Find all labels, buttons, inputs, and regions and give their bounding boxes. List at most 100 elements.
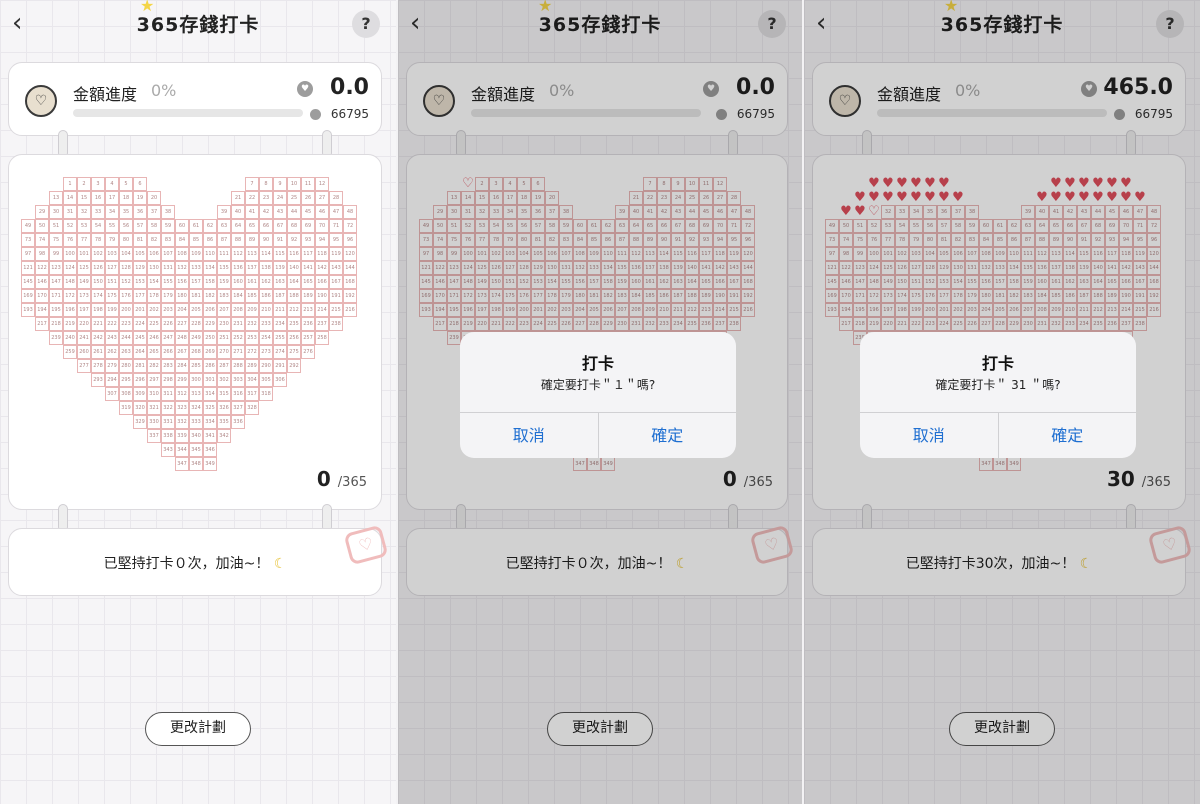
day-cell[interactable]: 215 [329,303,343,317]
day-cell[interactable]: 91 [273,233,287,247]
day-cell[interactable]: 198 [91,303,105,317]
day-cell[interactable]: 42 [259,205,273,219]
day-cell[interactable]: 289 [245,359,259,373]
day-cell[interactable]: 314 [203,387,217,401]
day-cell[interactable]: 220 [77,317,91,331]
day-cell[interactable]: 195 [49,303,63,317]
day-cell[interactable]: 192 [343,289,357,303]
day-cell[interactable]: 345 [189,443,203,457]
day-cell[interactable]: 148 [63,275,77,289]
day-cell[interactable]: 7 [245,177,259,191]
day-cell[interactable]: 317 [245,387,259,401]
day-cell[interactable]: 214 [315,303,329,317]
day-cell[interactable]: 196 [63,303,77,317]
day-cell[interactable]: 166 [315,275,329,289]
day-cell[interactable]: 190 [315,289,329,303]
day-cell[interactable]: 106 [147,247,161,261]
day-cell[interactable]: 149 [77,275,91,289]
day-cell[interactable]: 137 [245,261,259,275]
day-cell[interactable]: 334 [203,415,217,429]
day-cell[interactable]: 347 [175,457,189,471]
day-cell[interactable]: 49 [21,219,35,233]
day-cell[interactable]: 105 [133,247,147,261]
help-button[interactable]: ? [352,10,380,38]
day-cell[interactable]: 311 [161,387,175,401]
day-cell[interactable]: 240 [63,331,77,345]
day-cell[interactable]: 58 [147,219,161,233]
day-cell[interactable]: 159 [217,275,231,289]
day-cell[interactable]: 162 [259,275,273,289]
day-cell[interactable]: 150 [91,275,105,289]
day-cell[interactable]: 325 [203,401,217,415]
day-cell[interactable]: 193 [21,303,35,317]
day-cell[interactable]: 161 [245,275,259,289]
day-cell[interactable]: 232 [245,317,259,331]
cancel-button[interactable]: 取消 [860,413,998,458]
day-cell[interactable]: 55 [105,219,119,233]
day-cell[interactable]: 284 [175,359,189,373]
day-cell[interactable]: 255 [273,331,287,345]
day-cell[interactable]: 117 [301,247,315,261]
day-cell[interactable]: 237 [315,317,329,331]
day-cell[interactable]: 112 [231,247,245,261]
day-cell[interactable]: 270 [217,345,231,359]
day-cell[interactable]: 141 [301,261,315,275]
day-cell[interactable]: 277 [77,359,91,373]
day-cell[interactable]: 29 [35,205,49,219]
day-cell[interactable]: 239 [49,331,63,345]
day-cell[interactable]: 199 [105,303,119,317]
day-cell[interactable]: 77 [77,233,91,247]
day-cell[interactable]: 281 [133,359,147,373]
day-cell[interactable]: 223 [119,317,133,331]
day-cell[interactable]: 169 [21,289,35,303]
day-cell[interactable]: 341 [203,429,217,443]
day-cell[interactable]: 329 [133,415,147,429]
day-cell[interactable]: 248 [175,331,189,345]
day-cell[interactable]: 222 [105,317,119,331]
day-cell[interactable]: 16 [91,191,105,205]
day-cell[interactable]: 13 [49,191,63,205]
day-cell[interactable]: 40 [231,205,245,219]
day-cell[interactable]: 333 [189,415,203,429]
day-cell[interactable]: 219 [63,317,77,331]
day-cell[interactable]: 23 [259,191,273,205]
day-cell[interactable]: 306 [273,373,287,387]
day-cell[interactable]: 135 [217,261,231,275]
day-cell[interactable]: 38 [161,205,175,219]
day-cell[interactable]: 125 [77,261,91,275]
day-cell[interactable]: 207 [217,303,231,317]
day-cell[interactable]: 221 [91,317,105,331]
day-cell[interactable]: 244 [119,331,133,345]
day-cell[interactable]: 286 [203,359,217,373]
day-cell[interactable]: 272 [245,345,259,359]
day-cell[interactable]: 247 [161,331,175,345]
day-cell[interactable]: 308 [119,387,133,401]
day-cell[interactable]: 163 [273,275,287,289]
day-cell[interactable]: 84 [175,233,189,247]
day-cell[interactable]: 157 [189,275,203,289]
day-cell[interactable]: 110 [203,247,217,261]
day-cell[interactable]: 201 [133,303,147,317]
day-cell[interactable]: 328 [245,401,259,415]
day-cell[interactable]: 200 [119,303,133,317]
day-cell[interactable]: 296 [133,373,147,387]
day-cell[interactable]: 18 [119,191,133,205]
day-cell[interactable]: 98 [35,247,49,261]
day-cell[interactable]: 228 [189,317,203,331]
day-cell[interactable]: 287 [217,359,231,373]
day-cell[interactable]: 155 [161,275,175,289]
day-cell[interactable]: 269 [203,345,217,359]
day-cell[interactable]: 30 [49,205,63,219]
day-cell[interactable]: 118 [315,247,329,261]
day-cell[interactable]: 250 [203,331,217,345]
day-cell[interactable]: 227 [175,317,189,331]
day-cell[interactable]: 229 [203,317,217,331]
day-cell[interactable]: 114 [259,247,273,261]
day-cell[interactable]: 53 [77,219,91,233]
day-cell[interactable]: 225 [147,317,161,331]
day-cell[interactable]: 99 [49,247,63,261]
day-cell[interactable]: 335 [217,415,231,429]
day-cell[interactable]: 17 [105,191,119,205]
day-cell[interactable]: 64 [231,219,245,233]
day-cell[interactable]: 304 [245,373,259,387]
